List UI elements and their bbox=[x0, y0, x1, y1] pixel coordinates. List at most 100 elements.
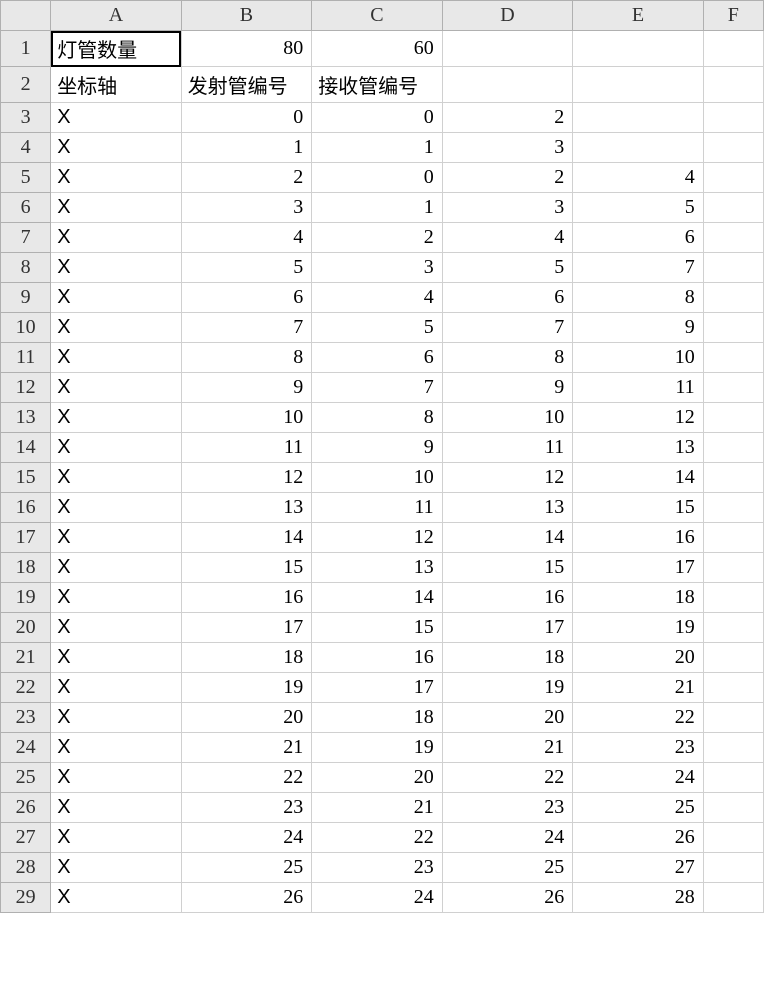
cell-F26[interactable] bbox=[703, 793, 763, 823]
cell-B8[interactable]: 5 bbox=[181, 253, 312, 283]
cell-E18[interactable]: 17 bbox=[573, 553, 704, 583]
cell-C21[interactable]: 16 bbox=[312, 643, 443, 673]
cell-B24[interactable]: 21 bbox=[181, 733, 312, 763]
cell-D20[interactable]: 17 bbox=[442, 613, 573, 643]
cell-E15[interactable]: 14 bbox=[573, 463, 704, 493]
row-header-9[interactable]: 9 bbox=[1, 283, 51, 313]
cell-D22[interactable]: 19 bbox=[442, 673, 573, 703]
cell-C6[interactable]: 1 bbox=[312, 193, 443, 223]
cell-E25[interactable]: 24 bbox=[573, 763, 704, 793]
row-header-26[interactable]: 26 bbox=[1, 793, 51, 823]
cell-A16[interactable]: X bbox=[51, 493, 182, 523]
cell-C1[interactable]: 60 bbox=[312, 31, 443, 67]
cell-E24[interactable]: 23 bbox=[573, 733, 704, 763]
cell-F15[interactable] bbox=[703, 463, 763, 493]
cell-F28[interactable] bbox=[703, 853, 763, 883]
cell-B11[interactable]: 8 bbox=[181, 343, 312, 373]
cell-D29[interactable]: 26 bbox=[442, 883, 573, 913]
cell-B5[interactable]: 2 bbox=[181, 163, 312, 193]
cell-A4[interactable]: X bbox=[51, 133, 182, 163]
cell-A6[interactable]: X bbox=[51, 193, 182, 223]
row-header-17[interactable]: 17 bbox=[1, 523, 51, 553]
cell-E3[interactable] bbox=[573, 103, 704, 133]
cell-D24[interactable]: 21 bbox=[442, 733, 573, 763]
cell-B12[interactable]: 9 bbox=[181, 373, 312, 403]
cell-E17[interactable]: 16 bbox=[573, 523, 704, 553]
cell-B16[interactable]: 13 bbox=[181, 493, 312, 523]
cell-A19[interactable]: X bbox=[51, 583, 182, 613]
cell-D17[interactable]: 14 bbox=[442, 523, 573, 553]
cell-C27[interactable]: 22 bbox=[312, 823, 443, 853]
cell-B26[interactable]: 23 bbox=[181, 793, 312, 823]
row-header-12[interactable]: 12 bbox=[1, 373, 51, 403]
cell-F8[interactable] bbox=[703, 253, 763, 283]
cell-E27[interactable]: 26 bbox=[573, 823, 704, 853]
cell-F3[interactable] bbox=[703, 103, 763, 133]
cell-C4[interactable]: 1 bbox=[312, 133, 443, 163]
cell-C23[interactable]: 18 bbox=[312, 703, 443, 733]
cell-B3[interactable]: 0 bbox=[181, 103, 312, 133]
select-all-corner[interactable] bbox=[1, 1, 51, 31]
cell-D16[interactable]: 13 bbox=[442, 493, 573, 523]
cell-F25[interactable] bbox=[703, 763, 763, 793]
cell-F14[interactable] bbox=[703, 433, 763, 463]
cell-D13[interactable]: 10 bbox=[442, 403, 573, 433]
cell-A9[interactable]: X bbox=[51, 283, 182, 313]
col-header-C[interactable]: C bbox=[312, 1, 443, 31]
cell-D18[interactable]: 15 bbox=[442, 553, 573, 583]
cell-C8[interactable]: 3 bbox=[312, 253, 443, 283]
cell-E29[interactable]: 28 bbox=[573, 883, 704, 913]
row-header-22[interactable]: 22 bbox=[1, 673, 51, 703]
cell-A24[interactable]: X bbox=[51, 733, 182, 763]
cell-D1[interactable] bbox=[442, 31, 573, 67]
row-header-28[interactable]: 28 bbox=[1, 853, 51, 883]
col-header-E[interactable]: E bbox=[573, 1, 704, 31]
cell-A3[interactable]: X bbox=[51, 103, 182, 133]
cell-A26[interactable]: X bbox=[51, 793, 182, 823]
cell-C5[interactable]: 0 bbox=[312, 163, 443, 193]
cell-A20[interactable]: X bbox=[51, 613, 182, 643]
cell-D26[interactable]: 23 bbox=[442, 793, 573, 823]
cell-B7[interactable]: 4 bbox=[181, 223, 312, 253]
spreadsheet-grid[interactable]: A B C D E F 1灯管数量80602坐标轴发射管编号接收管编号3X002… bbox=[0, 0, 764, 913]
cell-D21[interactable]: 18 bbox=[442, 643, 573, 673]
cell-D27[interactable]: 24 bbox=[442, 823, 573, 853]
cell-B22[interactable]: 19 bbox=[181, 673, 312, 703]
cell-B6[interactable]: 3 bbox=[181, 193, 312, 223]
cell-F4[interactable] bbox=[703, 133, 763, 163]
cell-C10[interactable]: 5 bbox=[312, 313, 443, 343]
cell-E22[interactable]: 21 bbox=[573, 673, 704, 703]
cell-B1[interactable]: 80 bbox=[181, 31, 312, 67]
cell-C16[interactable]: 11 bbox=[312, 493, 443, 523]
cell-C19[interactable]: 14 bbox=[312, 583, 443, 613]
cell-C29[interactable]: 24 bbox=[312, 883, 443, 913]
cell-C9[interactable]: 4 bbox=[312, 283, 443, 313]
col-header-D[interactable]: D bbox=[442, 1, 573, 31]
cell-F9[interactable] bbox=[703, 283, 763, 313]
cell-E14[interactable]: 13 bbox=[573, 433, 704, 463]
cell-D15[interactable]: 12 bbox=[442, 463, 573, 493]
cell-A5[interactable]: X bbox=[51, 163, 182, 193]
cell-C25[interactable]: 20 bbox=[312, 763, 443, 793]
cell-D25[interactable]: 22 bbox=[442, 763, 573, 793]
row-header-2[interactable]: 2 bbox=[1, 67, 51, 103]
cell-C22[interactable]: 17 bbox=[312, 673, 443, 703]
row-header-16[interactable]: 16 bbox=[1, 493, 51, 523]
cell-C14[interactable]: 9 bbox=[312, 433, 443, 463]
cell-A12[interactable]: X bbox=[51, 373, 182, 403]
row-header-23[interactable]: 23 bbox=[1, 703, 51, 733]
cell-C24[interactable]: 19 bbox=[312, 733, 443, 763]
cell-B10[interactable]: 7 bbox=[181, 313, 312, 343]
cell-B29[interactable]: 26 bbox=[181, 883, 312, 913]
cell-F11[interactable] bbox=[703, 343, 763, 373]
cell-D8[interactable]: 5 bbox=[442, 253, 573, 283]
cell-F7[interactable] bbox=[703, 223, 763, 253]
cell-F2[interactable] bbox=[703, 67, 763, 103]
cell-A8[interactable]: X bbox=[51, 253, 182, 283]
row-header-27[interactable]: 27 bbox=[1, 823, 51, 853]
cell-E28[interactable]: 27 bbox=[573, 853, 704, 883]
cell-E16[interactable]: 15 bbox=[573, 493, 704, 523]
cell-B9[interactable]: 6 bbox=[181, 283, 312, 313]
cell-B15[interactable]: 12 bbox=[181, 463, 312, 493]
cell-B27[interactable]: 24 bbox=[181, 823, 312, 853]
